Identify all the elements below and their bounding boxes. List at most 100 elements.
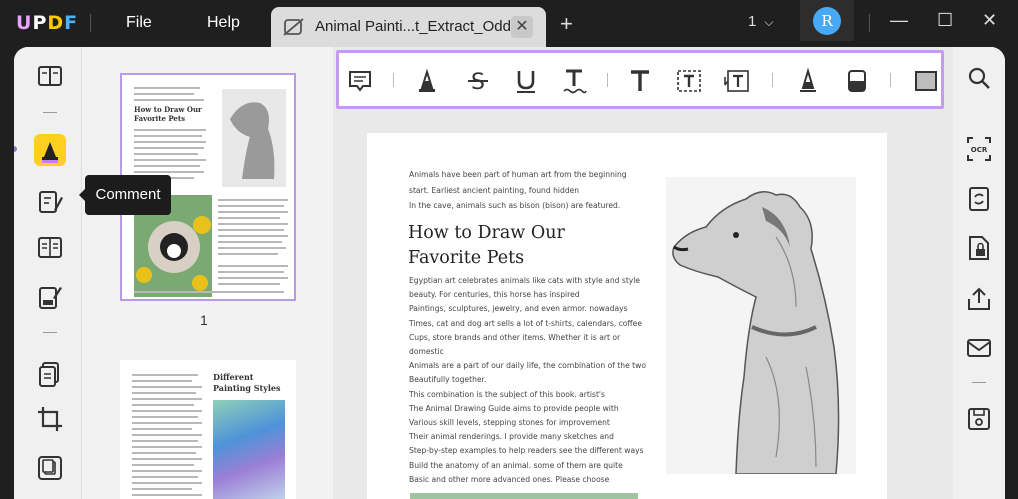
text-line: Build the anatomy of an animal. some of …: [409, 460, 623, 470]
maximize-button[interactable]: ☐: [937, 10, 953, 31]
document-tab[interactable]: Animal Painti...t_Extract_Odd ✕: [271, 7, 546, 47]
svg-text:OCR: OCR: [971, 146, 988, 154]
watercolor-thumbnail: [213, 400, 285, 499]
left-toolbar: [14, 47, 81, 499]
text-line: Animals have been part of human art from…: [409, 170, 627, 179]
organize-icon[interactable]: [36, 360, 64, 388]
convert-icon[interactable]: [965, 185, 993, 213]
search-icon[interactable]: [965, 64, 993, 92]
right-toolbar: OCR: [953, 47, 1005, 499]
text-line: [218, 211, 288, 213]
text-line: [134, 171, 204, 173]
text-line: [132, 476, 198, 478]
note-icon[interactable]: [346, 67, 374, 95]
protect-icon[interactable]: [965, 234, 993, 262]
text-line: [132, 482, 202, 484]
text-line: [218, 205, 284, 207]
text-line: [132, 416, 198, 418]
text-line: [132, 434, 202, 436]
new-tab-button[interactable]: +: [560, 11, 573, 37]
text-line: [218, 247, 286, 249]
share-icon[interactable]: [965, 285, 993, 313]
title-bar: UPDF File Help Animal Painti...t_Extract…: [0, 0, 1018, 47]
email-icon[interactable]: [965, 334, 993, 362]
text-line: [132, 464, 194, 466]
form-icon[interactable]: [36, 234, 64, 262]
text-line: [132, 458, 202, 460]
text-line: [132, 446, 202, 448]
crop-icon[interactable]: [36, 405, 64, 433]
text-line: The Animal Drawing Guide aims to provide…: [409, 403, 619, 413]
text-line: [218, 223, 288, 225]
text-line: Paintings, sculptures, jewelry, and even…: [409, 304, 628, 314]
divider: [890, 73, 891, 87]
squiggly-icon[interactable]: [560, 67, 588, 95]
text-line: [132, 398, 202, 400]
active-indicator: [14, 146, 17, 152]
shape-icon[interactable]: [912, 67, 940, 95]
text-line: [218, 217, 280, 219]
text-line: [134, 153, 198, 155]
page-heading: How to Draw Our Favorite Pets: [408, 221, 608, 271]
highlight-icon[interactable]: [413, 67, 441, 95]
page-count-dropdown[interactable]: 1 ⌵: [748, 13, 773, 30]
heading-line: How to Draw Our: [408, 223, 565, 243]
text-line: [132, 428, 192, 430]
page-tools-icon[interactable]: [36, 454, 64, 482]
save-icon[interactable]: [965, 405, 993, 433]
text-line: [134, 141, 206, 143]
minimize-button[interactable]: —: [890, 10, 908, 31]
page-count-value: 1: [748, 13, 757, 30]
text-icon[interactable]: [626, 67, 654, 95]
strikethrough-icon[interactable]: S: [464, 67, 492, 95]
thumb-heading: Different Painting Styles: [213, 372, 281, 393]
text-line: [134, 147, 204, 149]
text-line: [132, 404, 194, 406]
text-line: beauty. For centuries, this horse has in…: [409, 290, 580, 300]
chevron-down-icon: ⌵: [764, 15, 774, 29]
redact-icon[interactable]: [36, 284, 64, 312]
tab-close-button[interactable]: ✕: [511, 16, 533, 38]
close-window-button[interactable]: ✕: [982, 10, 997, 31]
text-line: [218, 199, 288, 201]
text-line: [132, 422, 202, 424]
text-line: [218, 265, 288, 267]
intro-paragraph: Animals have been part of human art from…: [409, 167, 639, 214]
text-line: Animals are a part of our daily life, th…: [409, 361, 647, 371]
updf-logo: UPDF: [16, 12, 79, 34]
comment-mode-button[interactable]: [34, 134, 66, 166]
text-line: [132, 392, 196, 394]
text-line: [134, 291, 284, 293]
text-line: [132, 470, 202, 472]
document-viewer: S Animals have been part of human art fr…: [333, 47, 953, 499]
avatar: R: [813, 7, 841, 35]
text-line: [218, 235, 288, 237]
dog-sketch-image: [666, 177, 856, 474]
edit-pdf-icon[interactable]: [36, 188, 64, 216]
page-thumbnail-2[interactable]: Different Painting Styles: [120, 360, 296, 499]
account-button[interactable]: R: [800, 0, 854, 41]
text-line: In the cave, animals such as bison (biso…: [409, 201, 621, 210]
pdf-page: Animals have been part of human art from…: [367, 133, 887, 499]
divider: [43, 112, 57, 113]
comment-icon: [42, 142, 58, 163]
cropped-image: [410, 493, 638, 499]
reader-icon[interactable]: [36, 63, 64, 91]
text-line: Step-by-step examples to help readers se…: [409, 446, 644, 456]
text-line: This combination is the subject of this …: [409, 389, 605, 399]
text-line: Cups, store brands and other items. Whet…: [409, 332, 621, 357]
text-callout-icon[interactable]: [723, 67, 751, 95]
text-line: [134, 93, 194, 95]
eraser-icon[interactable]: [843, 67, 871, 95]
menu-file[interactable]: File: [126, 14, 152, 32]
divider: [772, 73, 773, 87]
pencil-icon[interactable]: [794, 67, 822, 95]
underline-icon[interactable]: [512, 67, 540, 95]
ocr-icon[interactable]: OCR: [965, 135, 993, 163]
textbox-icon[interactable]: [675, 67, 703, 95]
heading-line: Favorite Pets: [408, 248, 525, 268]
text-line: start. Earliest ancient painting, found …: [409, 185, 580, 195]
menu-help[interactable]: Help: [207, 14, 240, 32]
divider: [972, 382, 986, 383]
text-line: Various skill levels, stepping stones fo…: [409, 418, 610, 428]
